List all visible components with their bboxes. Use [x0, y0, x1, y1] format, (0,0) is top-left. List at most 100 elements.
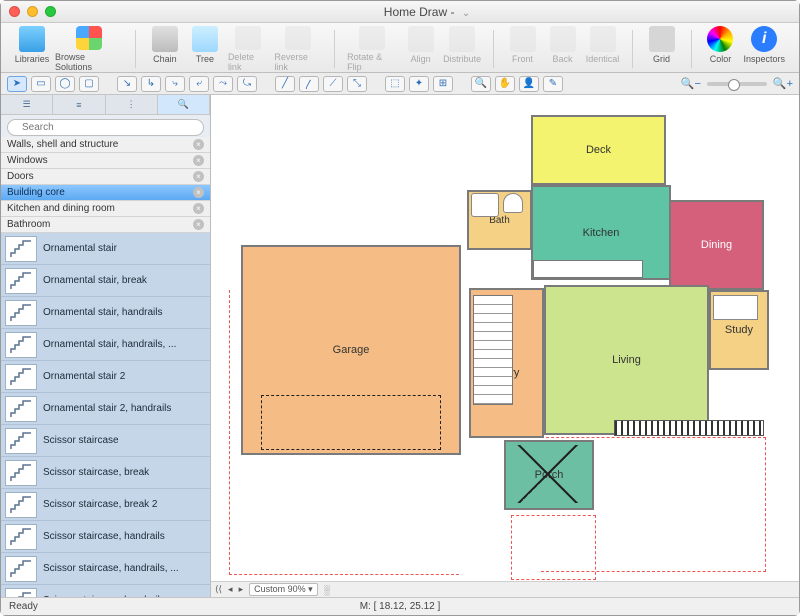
close-window-button[interactable]	[9, 6, 20, 17]
back-button[interactable]: Back	[546, 26, 580, 72]
rotate-flip-button[interactable]: Rotate & Flip	[347, 26, 398, 72]
sidebar-category[interactable]: Building core×	[1, 185, 210, 201]
room-dining[interactable]: Dining	[669, 200, 764, 290]
connector-tool-5[interactable]: ⤳	[213, 76, 233, 92]
libraries-button[interactable]: Libraries	[15, 26, 49, 72]
connector-tool-3[interactable]: ⤷	[165, 76, 185, 92]
stair-icon	[5, 428, 37, 454]
pan-tool[interactable]: ✋	[495, 76, 515, 92]
delete-link-icon	[235, 26, 261, 50]
canvas-scroll-prev-icon[interactable]: ◂	[228, 584, 233, 595]
category-close-icon[interactable]: ×	[193, 155, 204, 166]
front-label: Front	[512, 54, 533, 64]
search-input[interactable]	[7, 119, 204, 136]
connector-tool-4[interactable]: ⤶	[189, 76, 209, 92]
canvas-scroll-left-icon[interactable]: ⟨⟨	[215, 584, 222, 595]
misc-tool-3[interactable]: ⊞	[433, 76, 453, 92]
sidebar-item[interactable]: Scissor staircase, break 2	[1, 489, 210, 521]
zoom-control: 🔍− 🔍+	[681, 77, 793, 90]
identical-button[interactable]: Identical	[586, 26, 620, 72]
sidebar-item[interactable]: Ornamental stair	[1, 233, 210, 265]
browse-solutions-button[interactable]: Browse Solutions	[55, 26, 123, 72]
connector-tool-2[interactable]: ↳	[141, 76, 161, 92]
canvas-bottom-bar: ⟨⟨ ◂ ▸ Custom 90% ▾ ░	[211, 581, 799, 597]
distribute-button[interactable]: Distribute	[444, 26, 481, 72]
misc-tool-1[interactable]: ⬚	[385, 76, 405, 92]
grid-button[interactable]: Grid	[645, 26, 679, 72]
category-close-icon[interactable]: ×	[193, 187, 204, 198]
rect-tool[interactable]: ▭	[31, 76, 51, 92]
zoom-in-icon[interactable]: 🔍+	[773, 77, 793, 90]
window-title: Home Draw - ⌄	[63, 5, 791, 19]
sidebar-tab-3[interactable]: ⋮	[106, 95, 158, 114]
chain-button[interactable]: Chain	[148, 26, 182, 72]
ellipse-tool[interactable]: ◯	[55, 76, 75, 92]
grid-label: Grid	[653, 54, 670, 64]
reverse-link-icon	[285, 26, 311, 50]
sidebar-item[interactable]: Scissor staircase	[1, 425, 210, 457]
connector-tool-6[interactable]: ⤿	[237, 76, 257, 92]
sidebar-item[interactable]: Ornamental stair 2, handrails	[1, 393, 210, 425]
misc-tool-2[interactable]: ✦	[409, 76, 429, 92]
minimize-window-button[interactable]	[27, 6, 38, 17]
sidebar-item[interactable]: Ornamental stair, break	[1, 265, 210, 297]
sidebar-tabs: ☰ ≡ ⋮ 🔍	[1, 95, 210, 115]
category-close-icon[interactable]: ×	[193, 139, 204, 150]
category-close-icon[interactable]: ×	[193, 171, 204, 182]
room-living[interactable]: Living	[544, 285, 709, 435]
inspectors-button[interactable]: iInspectors	[743, 26, 785, 72]
sidebar-category[interactable]: Windows ×	[1, 153, 210, 169]
pointer-tool[interactable]: ➤	[7, 76, 27, 92]
sidebar-category[interactable]: Kitchen and dining room×	[1, 201, 210, 217]
sidebar-tab-2[interactable]: ≡	[53, 95, 105, 114]
sidebar-item[interactable]: Scissor staircase, handrails, ...	[1, 585, 210, 597]
sidebar-item[interactable]: Scissor staircase, break	[1, 457, 210, 489]
sidebar-item[interactable]: Scissor staircase, handrails, ...	[1, 553, 210, 585]
window-title-dropdown-icon[interactable]: ⌄	[458, 8, 470, 19]
stair-icon	[5, 396, 37, 422]
reverse-link-button[interactable]: Reverse link	[274, 26, 322, 72]
zoom-level-select[interactable]: Custom 90% ▾	[249, 583, 318, 596]
drawing-canvas[interactable]: Garage Deck Bath Kitchen Dining Entry Li…	[211, 95, 799, 581]
sidebar-tab-search[interactable]: 🔍	[158, 95, 210, 114]
zoom-tool[interactable]: 🔍	[471, 76, 491, 92]
line-tool-1[interactable]: ╱	[275, 76, 295, 92]
delete-link-button[interactable]: Delete link	[228, 26, 268, 72]
sidebar-item[interactable]: Scissor staircase, handrails	[1, 521, 210, 553]
zoom-window-button[interactable]	[45, 6, 56, 17]
user-tool[interactable]: 👤	[519, 76, 539, 92]
connector-tool-1[interactable]: ↘	[117, 76, 137, 92]
color-icon	[707, 26, 733, 52]
sidebar-item[interactable]: Ornamental stair, handrails, ...	[1, 329, 210, 361]
sidebar-item[interactable]: Ornamental stair 2	[1, 361, 210, 393]
sidebar-category[interactable]: Bathroom×	[1, 217, 210, 233]
line-tool-4[interactable]: ⤡	[347, 76, 367, 92]
sidebar-category[interactable]: Doors×	[1, 169, 210, 185]
sidebar-items: Ornamental stairOrnamental stair, breakO…	[1, 233, 210, 597]
zoom-slider[interactable]	[707, 82, 767, 86]
rounded-tool[interactable]: ▢	[79, 76, 99, 92]
room-living-label: Living	[612, 354, 641, 366]
sidebar-item[interactable]: Ornamental stair, handrails	[1, 297, 210, 329]
stair-icon	[5, 556, 37, 582]
sidebar-category-label: Windows	[7, 155, 48, 166]
status-bar: Ready M: [ 18.12, 25.12 ]	[1, 597, 799, 615]
sidebar-category[interactable]: Walls, shell and structure×	[1, 137, 210, 153]
identical-label: Identical	[586, 54, 620, 64]
room-deck[interactable]: Deck	[531, 115, 666, 185]
sidebar-tab-1[interactable]: ☰	[1, 95, 53, 114]
library-sidebar: ☰ ≡ ⋮ 🔍 Walls, shell and structure×Windo…	[1, 95, 211, 597]
front-button[interactable]: Front	[506, 26, 540, 72]
line-tool-2[interactable]: 〳	[299, 76, 319, 92]
color-button[interactable]: Color	[703, 26, 737, 72]
edit-tool[interactable]: ✎	[543, 76, 563, 92]
line-tool-3[interactable]: ⟋	[323, 76, 343, 92]
align-button[interactable]: Align	[404, 26, 438, 72]
tree-button[interactable]: Tree	[188, 26, 222, 72]
canvas-scroll-next-icon[interactable]: ▸	[239, 584, 244, 595]
zoom-out-icon[interactable]: 🔍−	[681, 77, 701, 90]
category-close-icon[interactable]: ×	[193, 219, 204, 230]
browse-solutions-label: Browse Solutions	[55, 52, 123, 72]
category-close-icon[interactable]: ×	[193, 203, 204, 214]
canvas-resize-handle-icon[interactable]: ░	[324, 585, 330, 595]
